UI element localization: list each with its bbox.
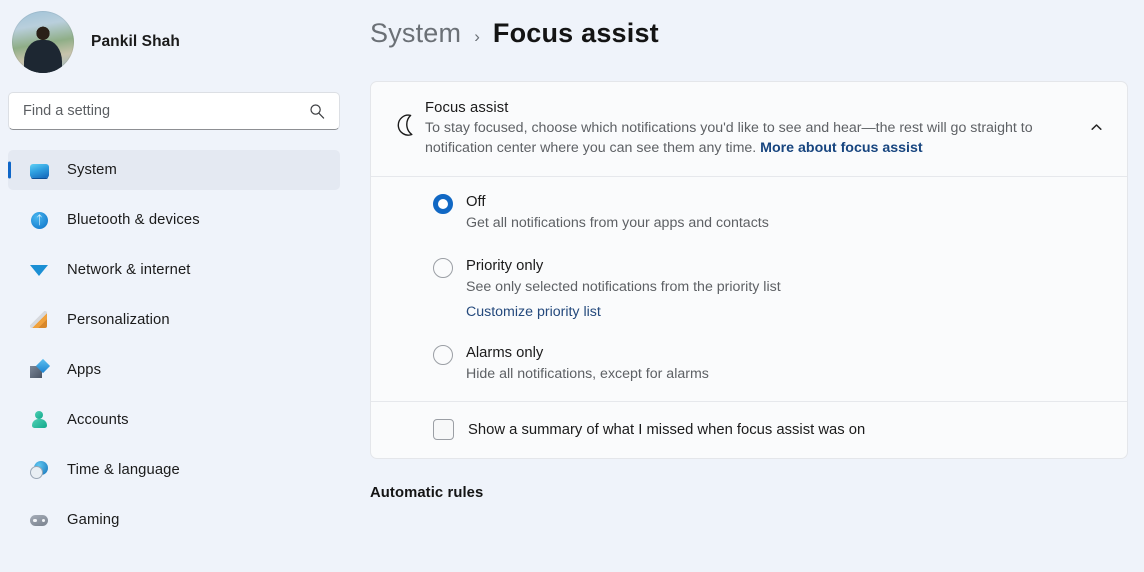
option-description: See only selected notifications from the… [466,279,781,295]
breadcrumb: System › Focus assist [360,0,1144,72]
sidebar-item-label: Accounts [67,412,129,428]
wifi-icon [30,261,49,280]
focus-level-options: Off Get all notifications from your apps… [371,177,1127,401]
sidebar-item-label: Network & internet [67,262,191,278]
chevron-up-icon[interactable] [1079,110,1113,144]
option-label: Priority only [466,258,544,274]
gamepad-icon [30,511,49,530]
clock-icon [30,460,49,480]
sidebar-item-label: Personalization [67,312,170,328]
sidebar-item-apps[interactable]: Apps [8,350,340,390]
customize-priority-list-link[interactable]: Customize priority list [466,304,601,320]
settings-window: Pankil Shah System [0,0,1144,572]
summary-checkbox-row[interactable]: Show a summary of what I missed when foc… [371,402,1127,458]
summary-checkbox[interactable] [433,419,454,440]
sidebar-item-label: Gaming [67,512,120,528]
focus-assist-description-text: To stay focused, choose which notificati… [425,120,1033,156]
more-about-focus-assist-link[interactable]: More about focus assist [760,140,922,156]
sidebar-item-network-internet[interactable]: Network & internet [8,250,340,290]
focus-assist-title: Focus assist [425,100,509,116]
search-icon [309,103,325,119]
radio-off[interactable] [433,194,453,214]
search-container [0,72,360,130]
brush-icon [30,310,49,330]
radio-alarms-only[interactable] [433,345,453,365]
option-priority-only-body: Priority only See only selected notifica… [453,256,781,321]
sidebar-item-label: Time & language [67,462,180,478]
sidebar-item-system[interactable]: System [8,150,340,190]
automatic-rules-heading: Automatic rules [370,485,484,501]
option-off[interactable]: Off Get all notifications from your apps… [371,192,1127,234]
main-content: System › Focus assist Focus assist To st… [360,0,1144,572]
avatar[interactable] [12,11,74,73]
option-label: Off [466,194,486,210]
sidebar-nav: System ᛏ Bluetooth & devices Network & i… [0,150,360,540]
sidebar-item-label: System [67,162,117,178]
breadcrumb-separator-icon: › [474,27,480,46]
focus-assist-description: To stay focused, choose which notificati… [425,118,1037,158]
option-alarms-only[interactable]: Alarms only Hide all notifications, exce… [371,343,1127,385]
focus-assist-card: Focus assist To stay focused, choose whi… [370,81,1128,459]
sidebar-item-gaming[interactable]: Gaming [8,500,340,540]
account-icon [30,410,49,430]
search-input[interactable] [9,93,339,129]
sidebar-item-personalization[interactable]: Personalization [8,300,340,340]
option-priority-only[interactable]: Priority only See only selected notifica… [371,256,1127,321]
sidebar-item-label: Apps [67,362,102,378]
focus-assist-card-header: Focus assist To stay focused, choose whi… [371,82,1127,176]
option-label: Alarms only [466,345,544,361]
sidebar: Pankil Shah System [0,0,360,572]
radio-priority-only[interactable] [433,258,453,278]
profile-name: Pankil Shah [91,33,180,50]
sidebar-item-accounts[interactable]: Accounts [8,400,340,440]
option-alarms-only-body: Alarms only Hide all notifications, exce… [453,343,709,385]
apps-icon [30,361,49,380]
option-description: Hide all notifications, except for alarm… [466,366,709,382]
profile-section[interactable]: Pankil Shah [0,0,360,73]
sidebar-item-label: Bluetooth & devices [67,212,200,228]
bluetooth-icon: ᛏ [30,211,49,230]
page-title: Focus assist [492,18,659,48]
search-box[interactable] [8,92,340,130]
summary-checkbox-label: Show a summary of what I missed when foc… [468,421,866,438]
monitor-icon [30,161,49,180]
breadcrumb-parent-system[interactable]: System [370,18,461,49]
option-description: Get all notifications from your apps and… [466,215,769,231]
moon-icon [389,108,423,142]
sidebar-item-time-language[interactable]: Time & language [8,450,340,490]
focus-assist-header-text: Focus assist To stay focused, choose whi… [423,100,1079,158]
sidebar-item-bluetooth-devices[interactable]: ᛏ Bluetooth & devices [8,200,340,240]
option-off-body: Off Get all notifications from your apps… [453,192,769,234]
